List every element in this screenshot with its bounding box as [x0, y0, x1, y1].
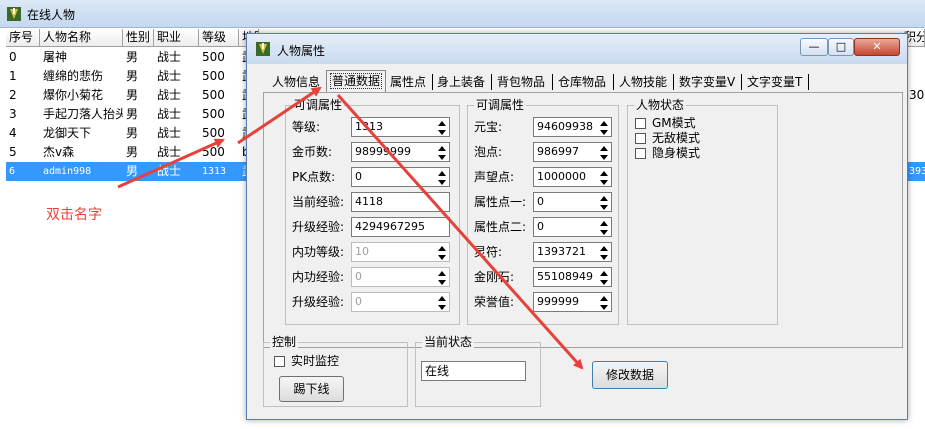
annotation-text: 双击名字 [46, 207, 102, 223]
arrow-to-name [117, 138, 225, 189]
annotation-arrows [117, 86, 584, 370]
arrow-to-modify-button [336, 94, 584, 370]
arrow-to-tab [237, 86, 322, 145]
